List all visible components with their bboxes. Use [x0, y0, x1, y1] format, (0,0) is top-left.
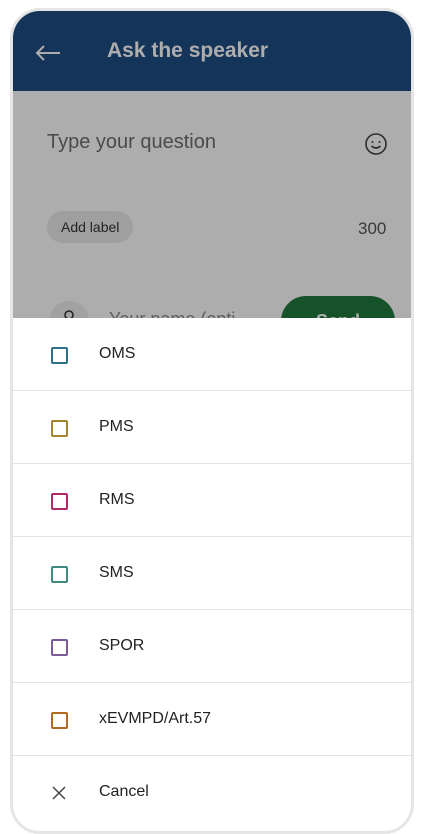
label-option-oms[interactable]: OMS: [13, 318, 411, 391]
checkbox[interactable]: [51, 420, 68, 437]
close-icon: [52, 786, 66, 800]
label-option-sms[interactable]: SMS: [13, 537, 411, 610]
label-option-text: xEVMPD/Art.57: [99, 710, 212, 727]
label-option-text: RMS: [99, 491, 135, 508]
checkbox[interactable]: [51, 712, 68, 729]
label-option-text: SPOR: [99, 637, 145, 654]
label-option-xevmpd[interactable]: xEVMPD/Art.57: [13, 683, 411, 756]
modal-scrim[interactable]: [13, 11, 411, 321]
checkbox[interactable]: [51, 639, 68, 656]
checkbox[interactable]: [51, 347, 68, 364]
label-option-text: SMS: [99, 564, 134, 581]
checkbox[interactable]: [51, 493, 68, 510]
label-picker-sheet: OMS PMS RMS SMS SPOR xEVMPD/Art.57 Cance…: [13, 318, 411, 831]
cancel-button[interactable]: Cancel: [13, 756, 411, 829]
label-option-rms[interactable]: RMS: [13, 464, 411, 537]
label-option-text: PMS: [99, 418, 134, 435]
cancel-label: Cancel: [99, 783, 149, 800]
phone-frame: Ask the speaker Type your question Add l…: [10, 8, 414, 834]
label-option-pms[interactable]: PMS: [13, 391, 411, 464]
checkbox[interactable]: [51, 566, 68, 583]
label-option-text: OMS: [99, 345, 136, 362]
label-option-spor[interactable]: SPOR: [13, 610, 411, 683]
